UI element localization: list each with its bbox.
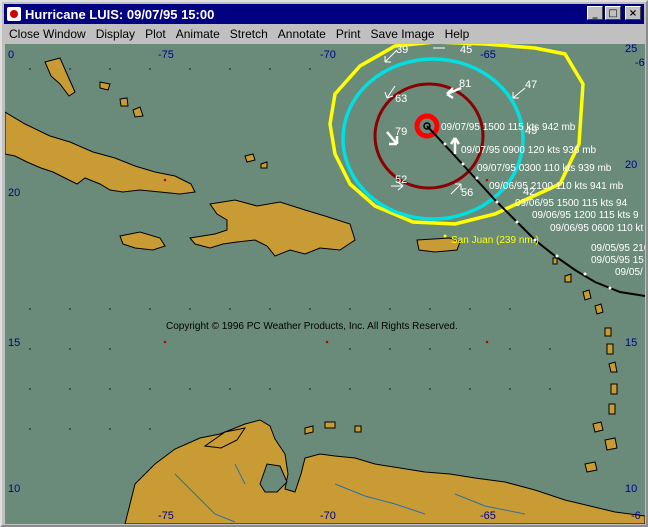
track-label-3: 09/06/95 2100 110 kts 941 mb [489,181,624,192]
track-label-5: 09/06/95 1200 115 kts 9 [532,210,639,221]
wind-label-63: 63 [395,93,407,105]
lat-left-20: 20 [8,187,20,199]
menu-animate[interactable]: Animate [171,27,225,41]
track-label-8: 09/05/95 15 [591,255,644,266]
edge-label-right-1: -6 [635,57,645,69]
app-window: Hurricane LUIS: 09/07/95 15:00 _ □ × Clo… [0,0,648,527]
lat-right-20: 20 [625,159,637,171]
wind-label-52: 52 [395,174,407,186]
track-label-4: 09/06/95 1500 115 kts 94 [515,198,628,209]
menu-stretch[interactable]: Stretch [225,27,273,41]
menu-bar: Close Window Display Plot Animate Stretc… [4,24,644,43]
track-label-2: 09/07/95 0300 110 kts 939 mb [477,163,612,174]
window-title: Hurricane LUIS: 09/07/95 15:00 [25,6,215,22]
menu-annotate[interactable]: Annotate [273,27,331,41]
menu-help[interactable]: Help [440,27,475,41]
wind-label-81: 81 [459,78,471,90]
lat-right-25: 25 [625,44,637,55]
wind-label-56: 56 [461,187,473,199]
ocean-background [5,44,645,524]
title-bar[interactable]: Hurricane LUIS: 09/07/95 15:00 _ □ × [4,4,644,24]
hurricane-map[interactable]: 39 45 47 63 81 79 49 52 56 42 09/07/95 1… [5,44,645,524]
city-marker-san-juan: San Juan (239 nm.) [443,234,539,246]
copyright-text: Copyright © 1996 PC Weather Products, In… [166,321,458,332]
track-label-0: 09/07/95 1500 115 kts 942 mb [441,122,576,133]
menu-print[interactable]: Print [331,27,366,41]
edge-label-right-2: -6 [631,510,641,522]
lon-top-minus75: -75 [158,49,174,61]
wind-label-79: 79 [395,126,407,138]
close-button[interactable]: × [625,6,641,20]
menu-plot[interactable]: Plot [140,27,171,41]
lat-left-25: 25 [8,44,20,45]
lat-right-15: 15 [625,337,637,349]
track-label-9: 09/05/ [615,267,643,278]
maximize-button[interactable]: □ [605,6,621,20]
lat-left-15: 15 [8,337,20,349]
hurricane-app-icon[interactable] [7,7,21,21]
track-label-6: 09/06/95 0600 110 kt [550,223,643,234]
lon-bottom-minus75: -75 [158,510,174,522]
minimize-button[interactable]: _ [587,6,603,20]
lon-bottom-minus70: -70 [320,510,336,522]
lon-bottom-minus65: -65 [480,510,496,522]
menu-close-window[interactable]: Close Window [4,27,91,41]
wind-label-47: 47 [525,79,537,91]
menu-save-image[interactable]: Save Image [366,27,440,41]
track-label-7: 09/05/95 210 [591,243,645,254]
menu-display[interactable]: Display [91,27,140,41]
track-label-1: 09/07/95 0900 120 kts 936 mb [461,145,597,156]
lon-top-minus80: 0 [8,49,14,61]
wind-label-45: 45 [460,44,472,56]
wind-label-39: 39 [396,44,408,56]
lon-top-minus65: -65 [480,49,496,61]
lon-top-minus70: -70 [320,49,336,61]
lat-right-10: 10 [625,483,637,495]
lat-left-10: 10 [8,483,20,495]
city-label-san-juan: San Juan (239 nm.) [451,235,539,246]
